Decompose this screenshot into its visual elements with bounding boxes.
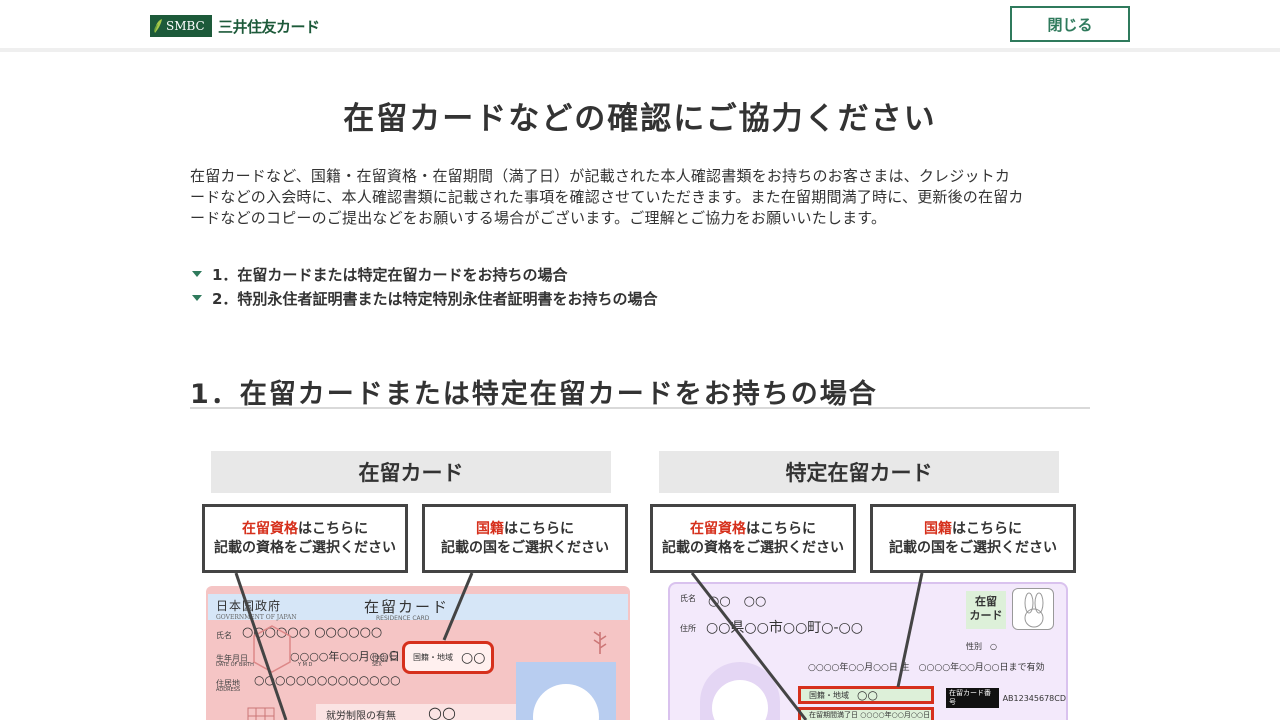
callout-rest: はこちらに — [746, 520, 816, 537]
callout-line-2: 記載の資格をご選択ください — [214, 539, 396, 556]
leaf-icon — [153, 18, 163, 34]
callout-line-1: 国籍はこちらに — [476, 520, 574, 539]
callout-highlight: 在留資格 — [242, 520, 298, 537]
close-button[interactable]: 閉じる — [1010, 6, 1130, 42]
site-header: SMBC 三井住友カード 閉じる — [0, 0, 1280, 52]
section-title: 1．在留カードまたは特定在留カードをお持ちの場合 — [190, 372, 1090, 410]
status-callout: 在留資格はこちらに 記載の資格をご選択ください — [650, 504, 856, 573]
intro-text: 在留カードなど、国籍・在留資格・在留期間（満了日）が記載された本人確認書類をお持… — [190, 166, 1090, 229]
page-title: 在留カードなどの確認にご協力ください — [343, 101, 937, 137]
callout-highlight: 国籍 — [924, 520, 952, 537]
specified-residence-card-illustration: 特定在留カード 氏名 ○○ ○○ 住所 ○○県○○市○○町○-○○ 在留 カード… — [650, 451, 1078, 720]
logo-box-text: SMBC — [166, 19, 205, 33]
callout-line-1: 在留資格はこちらに — [242, 520, 368, 539]
logo-box: SMBC — [150, 15, 212, 37]
triangle-down-icon — [192, 271, 202, 277]
triangle-down-icon — [192, 295, 202, 301]
callout-rest: はこちらに — [504, 520, 574, 537]
pointer-lines — [234, 572, 474, 720]
anchor-links: 1．在留カードまたは特定在留カードをお持ちの場合 2．特別永住者証明書または特定… — [190, 262, 1090, 310]
callout-highlight: 在留資格 — [690, 520, 746, 537]
callout-line-1: 在留資格はこちらに — [690, 520, 816, 539]
intro-line: 在留カードなど、国籍・在留資格・在留期間（満了日）が記載された本人確認書類をお持… — [190, 167, 1011, 185]
anchor-link-section-1[interactable]: 1．在留カードまたは特定在留カードをお持ちの場合 — [190, 262, 1090, 286]
callout-highlight: 国籍 — [476, 520, 504, 537]
nationality-callout: 国籍はこちらに 記載の国をご選択ください — [870, 504, 1076, 573]
intro-line: ードなどのコピーのご提出などをお願いする場合がございます。ご理解とご協力をお願い… — [190, 209, 887, 227]
callout-rest: はこちらに — [298, 520, 368, 537]
residence-card-illustration: 在留カード 日本国政府 GOVERNMENT OF JAPAN 在留カード RE… — [202, 451, 630, 720]
callout-line-2: 記載の国をご選択ください — [441, 539, 609, 556]
callout-line-2: 記載の国をご選択ください — [889, 539, 1057, 556]
logo-text: 三井住友カード — [218, 17, 320, 36]
pointer-lines — [690, 572, 924, 720]
anchor-label: 1．在留カードまたは特定在留カードをお持ちの場合 — [212, 265, 568, 284]
smbc-logo: SMBC 三井住友カード — [150, 15, 320, 37]
callout-rest: はこちらに — [952, 520, 1022, 537]
anchor-link-section-2[interactable]: 2．特別永住者証明書または特定特別永住者証明書をお持ちの場合 — [190, 286, 1090, 310]
status-callout: 在留資格はこちらに 記載の資格をご選択ください — [202, 504, 408, 573]
callout-line-2: 記載の資格をご選択ください — [662, 539, 844, 556]
anchor-label: 2．特別永住者証明書または特定特別永住者証明書をお持ちの場合 — [212, 289, 658, 308]
callout-line-1: 国籍はこちらに — [924, 520, 1022, 539]
nationality-callout: 国籍はこちらに 記載の国をご選択ください — [422, 504, 628, 573]
intro-line: ードなどの入会時に、本人確認書類に記載された事項を確認させていただきます。また在… — [190, 188, 1024, 206]
